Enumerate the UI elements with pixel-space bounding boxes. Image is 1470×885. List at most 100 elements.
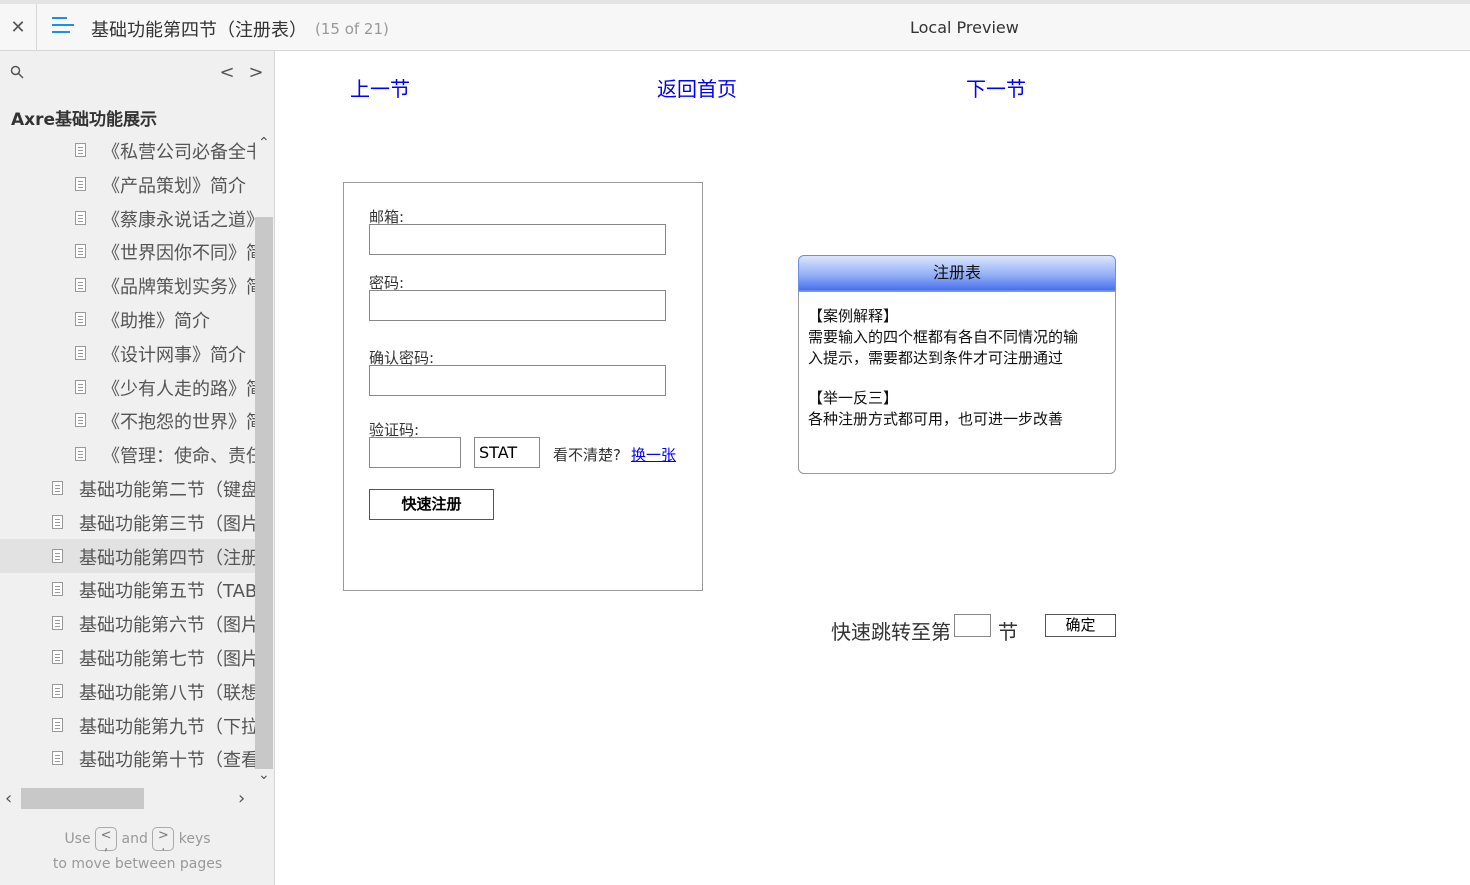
close-button[interactable]: ✕ (0, 4, 37, 50)
jump-section-input[interactable] (954, 614, 991, 637)
hint-line2: to move between pages (52, 856, 223, 872)
sidebar-item-label: 《品牌策划实务》简 (102, 277, 255, 299)
vertical-scrollbar-thumb[interactable] (255, 217, 273, 769)
page-icon (52, 548, 63, 563)
page-icon (75, 447, 86, 462)
note-section1-line2: 入提示，需要都达到条件才可注册通过 (808, 349, 1064, 367)
page-icon (75, 379, 86, 394)
register-button[interactable]: 快速注册 (369, 489, 494, 520)
prev-section-link[interactable]: 上一节 (350, 73, 410, 102)
note-section1-title: 【案例解释】 (808, 307, 899, 325)
sidebar-item-label: 《设计网事》简介 (102, 344, 246, 366)
home-link[interactable]: 返回首页 (657, 73, 737, 102)
sidebar-item-label: 《世界因你不同》简 (102, 243, 255, 265)
sidebar-item-label: 基础功能第四节（注册 (79, 547, 255, 569)
hint-and: and (121, 831, 148, 847)
sidebar-item[interactable]: 基础功能第十节（查看 (0, 741, 255, 775)
captcha-field[interactable] (369, 437, 461, 468)
password-field[interactable] (369, 290, 666, 321)
sidebar-item[interactable]: 基础功能第七节（图片 (0, 640, 255, 674)
next-page-chevron-icon[interactable]: > (248, 62, 264, 83)
scroll-up-chevron-icon[interactable]: ⌃ (258, 135, 270, 151)
sidebar-item[interactable]: 基础功能第二节（键盘 (0, 471, 255, 505)
sidebar-item[interactable]: 基础功能第五节（TAB标 (0, 572, 255, 606)
page-icon (75, 413, 86, 428)
next-key-icon: > . (152, 827, 175, 853)
sidebar-item-label: 《管理：使命、责任 (102, 446, 255, 468)
sidebar-item[interactable]: 《设计网事》简介 (0, 336, 255, 370)
note-body: 【案例解释】 需要输入的四个框都有各自不同情况的输 入提示，需要都达到条件才可注… (798, 291, 1116, 474)
sidebar-item-label: 基础功能第八节（联想 (79, 682, 255, 704)
email-field[interactable] (369, 224, 666, 255)
sidebar-item-label: 《产品策划》简介 (102, 175, 246, 197)
sidebar-item-label: 基础功能第五节（TAB标 (79, 581, 255, 603)
sidebar-item-label: 《蔡康永说话之道》 (102, 209, 255, 231)
sidebar-item[interactable]: 基础功能第九节（下拉 (0, 708, 255, 742)
sidebar-item-label: 基础功能第十节（查看 (79, 750, 255, 772)
sidebar-item[interactable]: 《管理：使命、责任 (0, 437, 255, 471)
scroll-left-chevron-icon[interactable]: ‹ (5, 788, 12, 809)
captcha-code: STAT (474, 437, 540, 468)
sidebar-item[interactable]: 《世界因你不同》简 (0, 234, 255, 268)
note-section1-line1: 需要输入的四个框都有各自不同情况的输 (808, 328, 1079, 346)
page-icon (52, 616, 63, 631)
sidebar-item[interactable]: 基础功能第三节（图片 (0, 505, 255, 539)
sidebar-item-label: 《助推》简介 (102, 311, 210, 332)
page-icon (75, 143, 86, 157)
sidebar-item[interactable]: 《蔡康永说话之道》 (0, 201, 255, 235)
page-icon (75, 312, 86, 326)
sidebar-item-label: 基础功能第三节（图片 (79, 513, 255, 535)
top-bar: ✕ 基础功能第四节（注册表） (15 of 21) Local Preview (0, 0, 1470, 51)
sidebar-item-label: 基础功能第九节（下拉 (79, 716, 255, 738)
page-icon (52, 514, 63, 529)
sidebar-item[interactable]: 《不抱怨的世界》简 (0, 403, 255, 437)
page-title: 基础功能第四节（注册表） (91, 20, 307, 41)
sidebar-item-label: 《不抱怨的世界》简 (102, 412, 255, 434)
prev-key-icon: < , (95, 827, 118, 853)
sidebar-item-label: 《私营公司必备全书 (102, 142, 255, 163)
page-icon (75, 176, 86, 191)
scroll-down-chevron-icon[interactable]: ⌄ (258, 767, 270, 783)
confirm-password-field[interactable] (369, 365, 666, 396)
sidebar-item[interactable]: 《品牌策划实务》简 (0, 268, 255, 302)
page-icon (75, 244, 86, 259)
sidebar-item[interactable]: 基础功能第六节（图片 (0, 606, 255, 640)
jump-suffix: 节 (998, 620, 1018, 644)
next-section-link[interactable]: 下一节 (966, 73, 1026, 102)
captcha-refresh-link[interactable]: 换一张 (631, 444, 676, 465)
sidebar-item[interactable]: 基础功能第八节（联想 (0, 674, 255, 708)
jump-confirm-button[interactable]: 确定 (1045, 614, 1116, 637)
horizontal-scrollbar-thumb[interactable] (21, 788, 144, 809)
sidebar-item[interactable]: 《助推》简介 (0, 302, 255, 336)
scroll-right-chevron-icon[interactable]: › (238, 788, 245, 809)
captcha-hint: 看不清楚? (553, 446, 621, 464)
prev-page-chevron-icon[interactable]: < (219, 62, 235, 83)
close-icon[interactable]: ✕ (10, 17, 25, 38)
page-count: (15 of 21) (315, 20, 389, 38)
note-section2-line1: 各种注册方式都可用，也可进一步改善 (808, 410, 1064, 428)
sidebar-item-label: 基础功能第二节（键盘 (79, 480, 255, 501)
tree-root-folder[interactable]: Axre基础功能展示 (11, 105, 157, 130)
page-icon (75, 210, 86, 225)
sidebar-item[interactable]: 《产品策划》简介 (0, 167, 255, 201)
note-section2-title: 【举一反三】 (808, 389, 899, 407)
jump-label: 快速跳转至第 (831, 620, 951, 644)
page-icon (52, 751, 63, 766)
register-form: 邮箱: 密码: 确认密码: 验证码: STAT 看不清楚? 换一张 快速注册 (343, 182, 703, 591)
sidebar-item-label: 基础功能第六节（图片 (79, 615, 255, 637)
sidebar-item-label: 《少有人走的路》简 (102, 378, 255, 400)
hint-use: Use (64, 831, 91, 847)
page-icon (52, 582, 63, 597)
page-icon (52, 650, 63, 664)
page-icon (75, 278, 86, 293)
sidebar-item-label: 基础功能第七节（图片 (79, 649, 255, 670)
search-icon[interactable] (10, 65, 24, 79)
sidebar-item[interactable]: 《少有人走的路》简 (0, 370, 255, 404)
sidebar-item[interactable]: 基础功能第四节（注册 (0, 538, 255, 573)
sidebar-item[interactable]: 《私营公司必备全书 (0, 133, 255, 167)
note-title: 注册表 (798, 255, 1116, 291)
keyboard-hint: Use < , and > . keys to move between pag… (0, 827, 274, 877)
menu-icon[interactable] (52, 17, 74, 35)
page-icon (52, 683, 63, 698)
hint-keys: keys (178, 831, 211, 847)
